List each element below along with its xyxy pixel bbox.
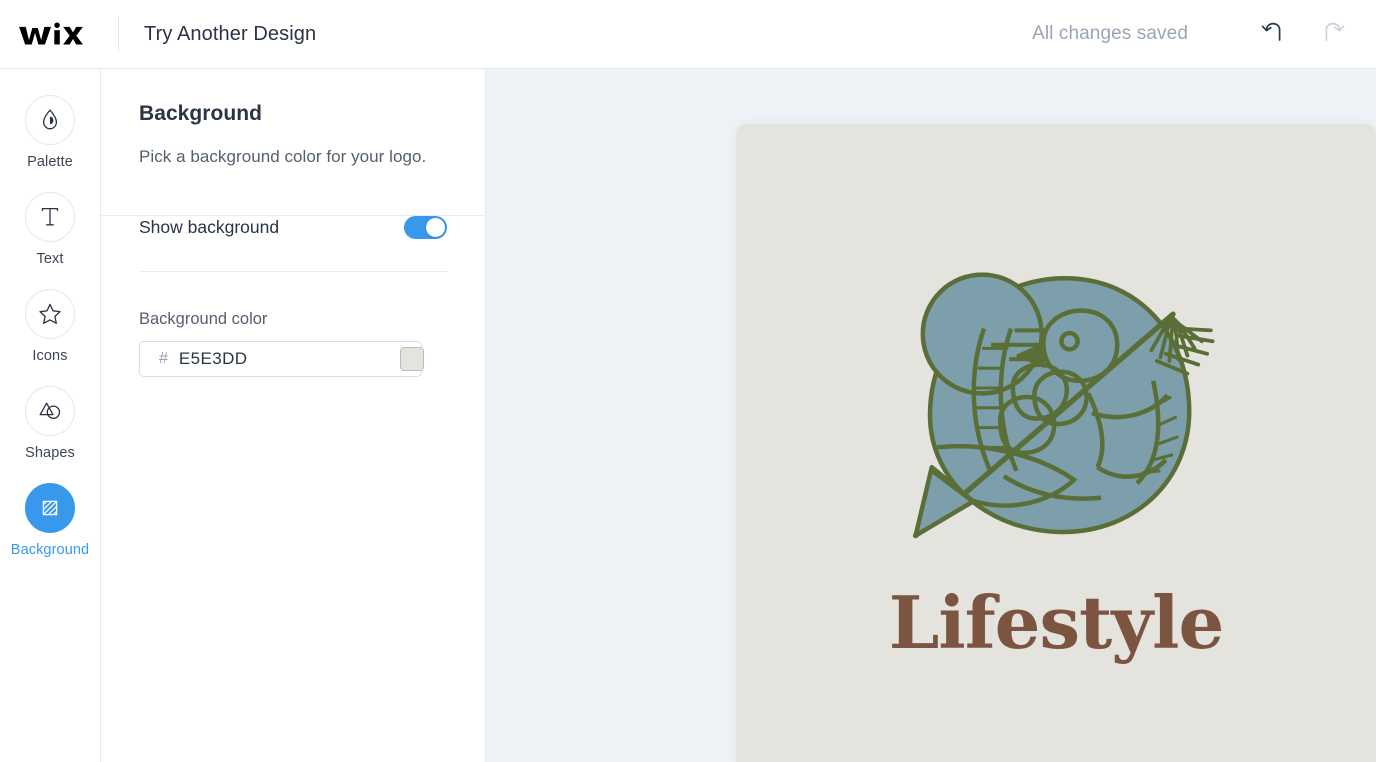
background-color-label: Background color (139, 310, 268, 328)
sidebar-item-text[interactable]: Text (0, 192, 100, 267)
show-background-label: Show background (139, 216, 280, 237)
text-t-icon (41, 207, 59, 226)
icons-icon-circle (25, 289, 75, 339)
undo-icon (1261, 22, 1281, 41)
undo-button[interactable] (1256, 17, 1290, 51)
sidebar-item-palette[interactable]: Palette (0, 95, 100, 170)
logo-card[interactable]: Lifestyle (736, 124, 1376, 762)
topbar-right-group: All changes saved (1032, 17, 1376, 51)
wix-brand-logo[interactable] (18, 19, 84, 49)
toggle-knob (426, 217, 445, 237)
hash-prefix: # (159, 350, 168, 367)
palette-icon-circle (25, 95, 75, 145)
panel-header: Background Pick a background color for y… (101, 69, 485, 167)
sidebar-label-text: Text (36, 251, 64, 267)
try-another-design-title[interactable]: Try Another Design (144, 23, 316, 46)
shapes-icon (39, 402, 61, 419)
sidebar-item-background[interactable]: Background (0, 483, 100, 558)
panel-subtitle: Pick a background color for your logo. (139, 147, 427, 166)
sidebar-label-background: Background (10, 542, 90, 558)
top-bar: Try Another Design All changes saved (0, 0, 1376, 69)
bird-arrow-logo-mark (912, 272, 1215, 539)
redo-icon (1325, 22, 1345, 41)
logo-preview-canvas: Lifestyle (486, 69, 1376, 762)
background-settings-panel: Background Pick a background color for y… (101, 69, 486, 762)
panel-title: Background (139, 102, 263, 125)
show-background-toggle[interactable] (404, 215, 447, 239)
left-sidebar: Palette Text Icons Shapes Background (0, 69, 101, 762)
save-status-text: All changes saved (1032, 23, 1188, 44)
sidebar-item-icons[interactable]: Icons (0, 289, 100, 364)
droplet-icon (42, 109, 58, 130)
background-color-input[interactable] (178, 349, 400, 369)
sidebar-label-palette: Palette (27, 154, 73, 170)
hatch-square-icon (42, 500, 58, 516)
star-icon (39, 303, 61, 324)
sidebar-label-shapes: Shapes (25, 445, 75, 461)
text-icon-circle (25, 192, 75, 242)
logo-brand-text: Lifestyle (888, 580, 1225, 665)
background-color-swatch[interactable] (399, 347, 424, 371)
sidebar-label-icons: Icons (32, 348, 68, 364)
show-background-row: Show background (139, 198, 447, 256)
background-color-field[interactable]: # (139, 341, 424, 377)
wix-logo-maker-app: Try Another Design All changes saved Pal… (0, 0, 1376, 762)
panel-section-divider (139, 271, 447, 272)
panel-body: Show background Background color # (101, 198, 485, 377)
background-icon-circle (25, 483, 75, 533)
shapes-icon-circle (25, 386, 75, 436)
redo-button[interactable] (1316, 17, 1350, 51)
sidebar-item-shapes[interactable]: Shapes (0, 386, 100, 461)
topbar-divider (118, 17, 119, 51)
